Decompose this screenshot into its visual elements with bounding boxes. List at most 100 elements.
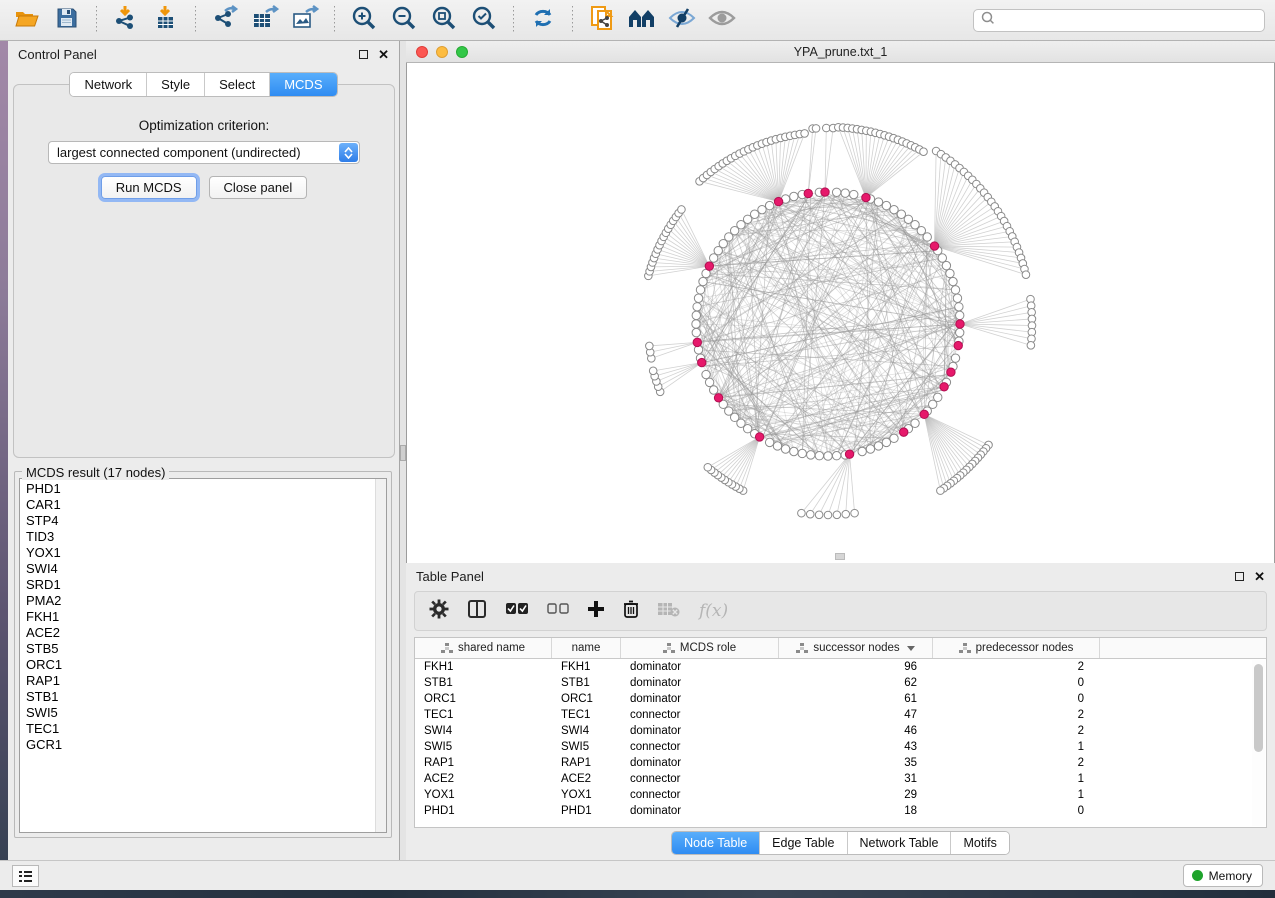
network-node[interactable] [806,510,814,518]
export-table-button[interactable] [248,4,282,36]
network-node[interactable] [850,190,858,198]
column-header-predecessors[interactable]: predecessor nodes [933,638,1100,658]
mcds-result-item[interactable]: RAP1 [26,673,386,689]
network-node[interactable] [815,511,823,519]
network-node[interactable] [692,320,700,328]
network-node[interactable] [1022,271,1030,279]
network-node[interactable] [692,328,700,336]
mcds-result-item[interactable]: STB1 [26,689,386,705]
table-row[interactable]: TEC1TEC1connector472 [415,707,1266,723]
network-hub-node[interactable] [821,188,829,196]
network-node[interactable] [801,130,809,138]
task-history-button[interactable] [12,865,39,887]
network-node[interactable] [812,125,820,133]
network-node[interactable] [815,452,823,460]
network-node[interactable] [956,311,964,319]
network-node[interactable] [951,286,959,294]
clone-network-button[interactable] [585,4,619,36]
hide-selected-button[interactable] [665,4,699,36]
network-hub-node[interactable] [862,193,870,201]
table-scrollbar[interactable] [1252,660,1265,826]
zoom-fit-button[interactable] [427,4,461,36]
table-row[interactable]: FKH1FKH1dominator962 [415,659,1266,675]
search-input[interactable] [996,13,1258,27]
import-table-button[interactable] [149,4,183,36]
table-settings-button[interactable] [429,599,449,624]
network-node[interactable] [765,201,773,209]
table-row[interactable]: SWI5SWI5connector431 [415,739,1266,755]
mcds-result-item[interactable]: SRD1 [26,577,386,593]
column-header-role[interactable]: MCDS role [621,638,779,658]
network-node[interactable] [798,449,806,457]
network-node[interactable] [646,342,654,350]
network-node[interactable] [781,445,789,453]
network-hub-node[interactable] [845,450,853,458]
network-node[interactable] [699,277,707,285]
mcds-result-item[interactable]: CAR1 [26,497,386,513]
network-node[interactable] [824,511,832,519]
network-hub-node[interactable] [920,410,928,418]
tab-node-table[interactable]: Node Table [672,832,760,854]
network-node[interactable] [949,277,957,285]
mcds-result-item[interactable]: PHD1 [26,481,386,497]
network-node[interactable] [694,294,702,302]
close-panel-button[interactable]: Close panel [209,176,308,199]
network-node[interactable] [942,261,950,269]
run-mcds-button[interactable]: Run MCDS [101,176,197,199]
network-hub-node[interactable] [774,197,782,205]
network-hub-node[interactable] [755,433,763,441]
network-hub-node[interactable] [804,189,812,197]
network-node[interactable] [866,445,874,453]
network-node[interactable] [696,286,704,294]
network-node[interactable] [842,510,850,518]
network-node[interactable] [920,148,928,156]
mcds-result-item[interactable]: TID3 [26,529,386,545]
export-network-button[interactable] [208,4,242,36]
first-neighbors-button[interactable] [625,4,659,36]
network-hub-node[interactable] [930,242,938,250]
tab-select[interactable]: Select [205,73,270,96]
network-hub-node[interactable] [947,368,955,376]
column-header-name[interactable]: name [552,638,621,658]
network-node[interactable] [882,201,890,209]
network-node[interactable] [705,378,713,386]
network-node[interactable] [678,206,686,214]
select-all-button[interactable] [505,602,529,621]
network-node[interactable] [851,509,859,517]
network-node[interactable] [832,452,840,460]
float-panel-icon[interactable] [359,50,368,59]
network-node[interactable] [956,328,964,336]
show-column-button[interactable] [467,599,487,624]
network-node[interactable] [938,254,946,262]
table-row[interactable]: SWI4SWI4dominator462 [415,723,1266,739]
network-node[interactable] [955,303,963,311]
network-node[interactable] [882,438,890,446]
mcds-result-item[interactable]: FKH1 [26,609,386,625]
mcds-result-item[interactable]: ACE2 [26,625,386,641]
network-node[interactable] [692,311,700,319]
network-node[interactable] [824,452,832,460]
zoom-out-button[interactable] [387,4,421,36]
table-row[interactable]: ORC1ORC1dominator610 [415,691,1266,707]
tab-network-table[interactable]: Network Table [848,832,952,854]
zoom-in-button[interactable] [347,4,381,36]
column-header-successors[interactable]: successor nodes [779,638,933,658]
tab-style[interactable]: Style [147,73,205,96]
mcds-result-item[interactable]: TEC1 [26,721,386,737]
mcds-list-scrollbar[interactable] [375,479,386,832]
mcds-result-item[interactable]: PMA2 [26,593,386,609]
network-scroll-nub[interactable] [835,553,845,560]
column-header-shared_name[interactable]: shared name [415,638,552,658]
float-table-panel-icon[interactable] [1235,572,1244,581]
network-node[interactable] [832,188,840,196]
network-hub-node[interactable] [693,338,701,346]
mcds-result-item[interactable]: SWI5 [26,705,386,721]
network-node[interactable] [946,269,954,277]
optimization-criterion-select[interactable]: largest connected component (undirected) [48,141,360,164]
network-node[interactable] [874,442,882,450]
mcds-result-item[interactable]: YOX1 [26,545,386,561]
close-table-panel-icon[interactable]: ✕ [1254,572,1265,581]
network-hub-node[interactable] [940,383,948,391]
network-node[interactable] [807,451,815,459]
network-node[interactable] [758,205,766,213]
